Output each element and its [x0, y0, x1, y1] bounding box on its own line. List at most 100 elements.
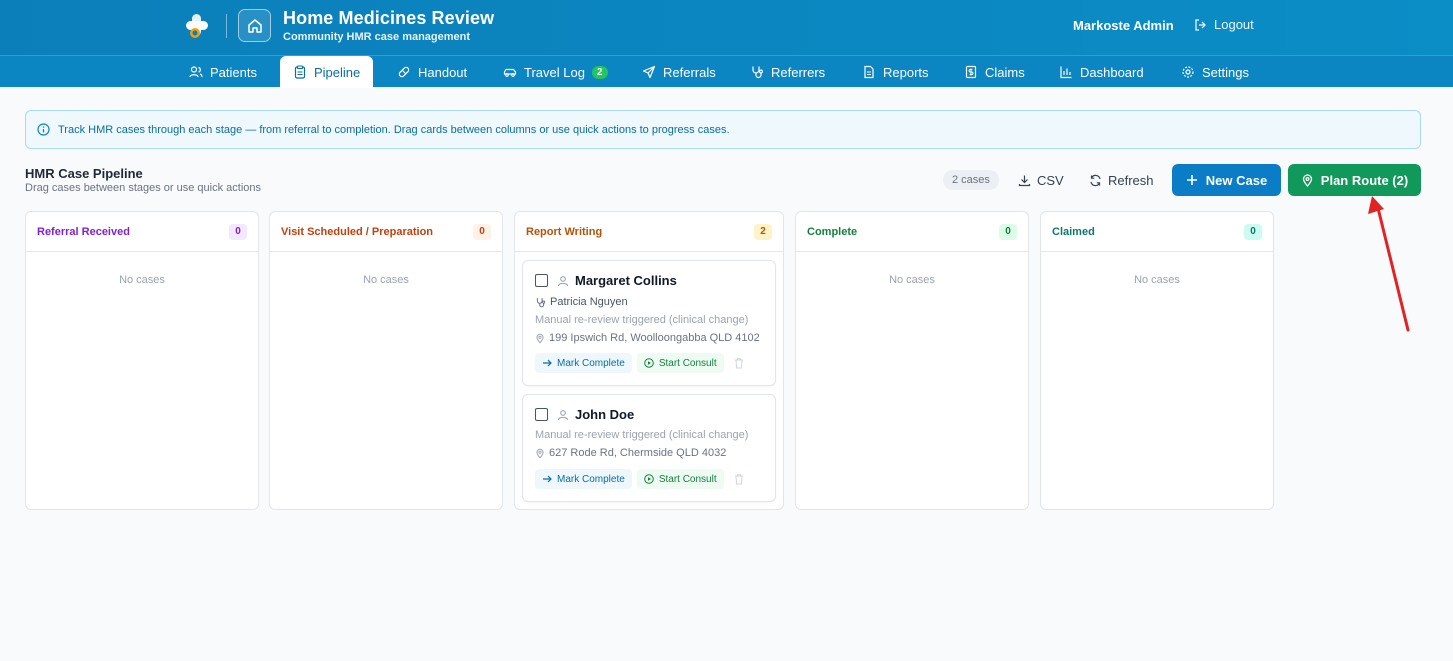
tab-label: Settings — [1202, 64, 1249, 80]
mark-complete-button[interactable]: Mark Complete — [535, 469, 632, 489]
tab-label: Pipeline — [314, 64, 361, 80]
refresh-icon — [1090, 174, 1101, 186]
column-claimed[interactable]: Claimed 0 No cases — [1040, 211, 1274, 510]
map-pin-icon — [536, 333, 544, 343]
patient-name[interactable]: John Doe — [575, 407, 634, 422]
logout-button[interactable]: Logout — [1194, 17, 1254, 32]
case-card[interactable]: John Doe Manual re-review triggered (cli… — [522, 394, 776, 502]
download-icon — [1018, 175, 1031, 186]
tab-referrers[interactable]: Referrers — [750, 56, 825, 88]
tab-handout[interactable]: Handout — [397, 56, 467, 88]
tab-referrals[interactable]: Referrals — [642, 56, 716, 88]
start-consult-label: Start Consult — [658, 473, 717, 485]
page-subtitle: Drag cases between stages or use quick a… — [25, 182, 262, 194]
app-header: Home Medicines Review Community HMR case… — [0, 0, 1453, 55]
info-banner-text: Track HMR cases through each stage — fro… — [58, 123, 730, 136]
info-icon — [37, 123, 50, 136]
patient-address: 199 Ipswich Rd, Woolloongabba QLD 4102 — [549, 332, 760, 344]
refresh-label: Refresh — [1108, 172, 1154, 188]
column-visit-scheduled[interactable]: Visit Scheduled / Preparation 0 No cases — [269, 211, 503, 510]
column-complete[interactable]: Complete 0 No cases — [795, 211, 1029, 510]
home-button[interactable] — [238, 9, 271, 42]
users-icon — [189, 66, 203, 78]
document-icon — [864, 65, 874, 79]
stethoscope-icon — [536, 297, 546, 307]
annotation-arrow-icon — [1368, 196, 1410, 332]
plus-icon — [1186, 175, 1197, 185]
column-report-writing[interactable]: Report Writing 2 Margaret Collins Patric… — [514, 211, 784, 510]
patient-address: 627 Rode Rd, Chermside QLD 4032 — [549, 447, 727, 459]
app-logo-icon — [186, 14, 208, 38]
tab-label: Travel Log — [524, 64, 585, 80]
case-count-badge: 2 cases — [943, 170, 999, 190]
column-referral-received[interactable]: Referral Received 0 No cases — [25, 211, 259, 510]
arrow-right-icon — [543, 475, 552, 483]
user-icon — [557, 409, 569, 420]
app-subtitle: Community HMR case management — [283, 31, 471, 43]
trash-icon[interactable] — [733, 357, 745, 369]
send-icon — [642, 65, 656, 79]
column-title: Report Writing — [526, 225, 603, 238]
mark-complete-label: Mark Complete — [557, 473, 625, 485]
case-note: Manual re-review triggered (clinical cha… — [535, 314, 749, 326]
bar-chart-icon — [1060, 66, 1072, 79]
tab-reports[interactable]: Reports — [862, 56, 929, 88]
trash-icon[interactable] — [733, 473, 745, 485]
tab-settings[interactable]: Settings — [1181, 56, 1249, 88]
empty-state: No cases — [119, 274, 165, 286]
mark-complete-label: Mark Complete — [557, 357, 625, 369]
tab-dashboard[interactable]: Dashboard — [1059, 56, 1144, 88]
column-header: Complete 0 — [796, 212, 1028, 252]
info-banner: Track HMR cases through each stage — fro… — [25, 110, 1421, 149]
pill-icon — [398, 66, 410, 78]
play-circle-icon — [644, 358, 654, 368]
user-name: Markoste Admin — [1073, 18, 1174, 33]
start-consult-label: Start Consult — [658, 357, 717, 369]
start-consult-button[interactable]: Start Consult — [636, 469, 724, 489]
empty-state: No cases — [889, 274, 935, 286]
gear-icon — [1182, 66, 1194, 78]
start-consult-button[interactable]: Start Consult — [636, 353, 724, 373]
stethoscope-icon — [752, 66, 763, 79]
tab-label: Claims — [985, 64, 1025, 80]
tab-label: Reports — [883, 64, 929, 80]
column-count-badge: 0 — [1244, 223, 1262, 240]
case-card[interactable]: Margaret Collins Patricia Nguyen Manual … — [522, 260, 776, 386]
tab-label: Dashboard — [1080, 64, 1144, 80]
new-case-button[interactable]: New Case — [1172, 164, 1281, 196]
case-select-checkbox[interactable] — [535, 408, 548, 421]
refresh-button[interactable]: Refresh — [1089, 170, 1154, 190]
case-note: Manual re-review triggered (clinical cha… — [535, 429, 749, 441]
tab-label: Referrals — [663, 64, 716, 80]
header-divider — [226, 14, 227, 38]
column-count-badge: 0 — [473, 223, 491, 240]
case-select-checkbox[interactable] — [535, 274, 548, 287]
receipt-dollar-icon — [965, 65, 977, 79]
patient-name[interactable]: Margaret Collins — [575, 273, 677, 288]
tab-claims[interactable]: Claims — [964, 56, 1025, 88]
home-icon — [247, 18, 262, 33]
tab-pipeline[interactable]: Pipeline — [280, 56, 374, 88]
travel-log-count-badge: 2 — [591, 65, 608, 79]
empty-state: No cases — [1134, 274, 1180, 286]
column-count-badge: 2 — [754, 223, 772, 240]
tab-travel-log[interactable]: Travel Log 2 — [503, 56, 608, 88]
map-pin-icon — [1302, 173, 1312, 187]
column-title: Visit Scheduled / Preparation — [281, 225, 434, 238]
tab-label: Referrers — [771, 64, 826, 80]
tab-label: Handout — [418, 64, 468, 80]
column-title: Referral Received — [37, 225, 130, 238]
column-header: Claimed 0 — [1041, 212, 1273, 252]
column-header: Report Writing 2 — [515, 212, 783, 252]
column-title: Complete — [807, 225, 858, 238]
app-title: Home Medicines Review — [283, 8, 495, 28]
csv-export-button[interactable]: CSV — [1018, 170, 1064, 190]
mark-complete-button[interactable]: Mark Complete — [535, 353, 632, 373]
referrer-name: Patricia Nguyen — [550, 296, 628, 308]
logout-icon — [1195, 18, 1206, 31]
car-icon — [503, 68, 517, 77]
tab-label: Patients — [210, 64, 257, 80]
column-header: Referral Received 0 — [26, 212, 258, 252]
tab-patients[interactable]: Patients — [189, 56, 257, 88]
main-nav: Patients Pipeline Handout Travel Log 2 R… — [0, 55, 1453, 88]
